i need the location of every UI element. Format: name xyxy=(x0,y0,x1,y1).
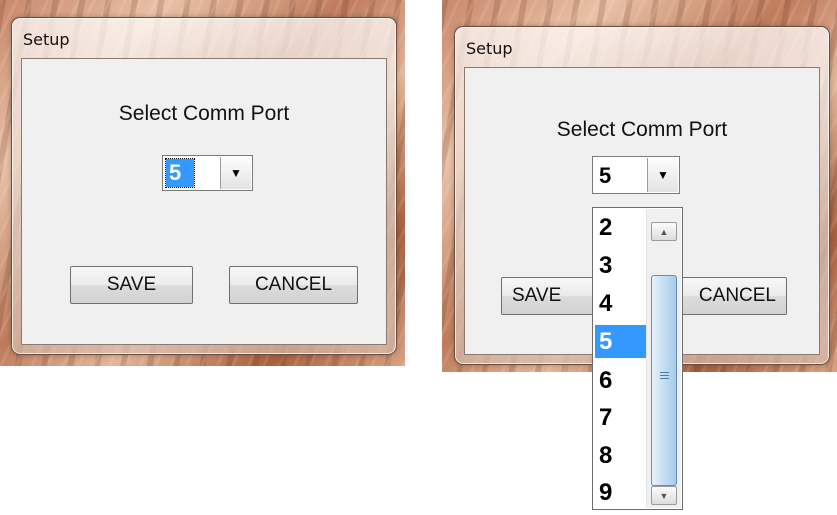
list-item-selected[interactable]: 5 xyxy=(595,325,649,358)
scroll-down-button[interactable]: ▼ xyxy=(651,486,677,505)
comm-port-value: 5 xyxy=(165,158,195,188)
comm-port-value: 5 xyxy=(599,163,612,188)
save-button[interactable]: SAVE xyxy=(70,266,193,304)
window-title: Setup xyxy=(466,39,513,58)
scroll-down-arrow-icon: ▼ xyxy=(659,490,669,501)
scroll-thumb[interactable] xyxy=(651,275,677,486)
comm-port-combobox[interactable]: 5 ▼ xyxy=(162,155,253,191)
scroll-up-button[interactable]: ▲ xyxy=(651,222,677,241)
save-button-label: SAVE xyxy=(512,285,562,306)
list-item[interactable]: 7 xyxy=(595,401,649,434)
list-item[interactable]: 6 xyxy=(595,364,649,397)
dialog-client-area: Select Comm Port 5 ▼ SAVE CANCEL xyxy=(21,58,387,345)
chevron-down-icon: ▼ xyxy=(657,168,669,182)
chevron-down-icon: ▼ xyxy=(230,166,242,180)
dropdown-arrow-button[interactable]: ▼ xyxy=(220,157,251,189)
dropdown-arrow-button[interactable]: ▼ xyxy=(647,158,678,192)
grip-icon xyxy=(660,372,669,381)
scroll-up-arrow-icon: ▲ xyxy=(659,226,669,237)
cancel-button[interactable]: CANCEL xyxy=(677,277,787,315)
list-item[interactable]: 4 xyxy=(595,287,649,320)
list-item[interactable]: 9 xyxy=(595,476,649,509)
comm-port-combobox[interactable]: 5 ▼ xyxy=(592,156,680,194)
select-comm-port-label: Select Comm Port xyxy=(556,118,728,141)
cancel-button-label: CANCEL xyxy=(698,285,776,306)
comm-port-dropdown-list[interactable]: 2 3 4 5 6 7 8 9 ▲ ▼ xyxy=(592,207,683,510)
list-item[interactable]: 3 xyxy=(595,249,649,282)
vertical-scrollbar[interactable]: ▲ ▼ xyxy=(646,209,681,508)
select-comm-port-label: Select Comm Port xyxy=(118,102,290,125)
list-item[interactable]: 8 xyxy=(595,439,649,472)
window-title: Setup xyxy=(23,30,70,49)
cancel-button[interactable]: CANCEL xyxy=(229,266,358,304)
setup-dialog-left: Setup Select Comm Port 5 ▼ SAVE CANCEL xyxy=(11,17,397,355)
list-item[interactable]: 2 xyxy=(595,211,649,244)
